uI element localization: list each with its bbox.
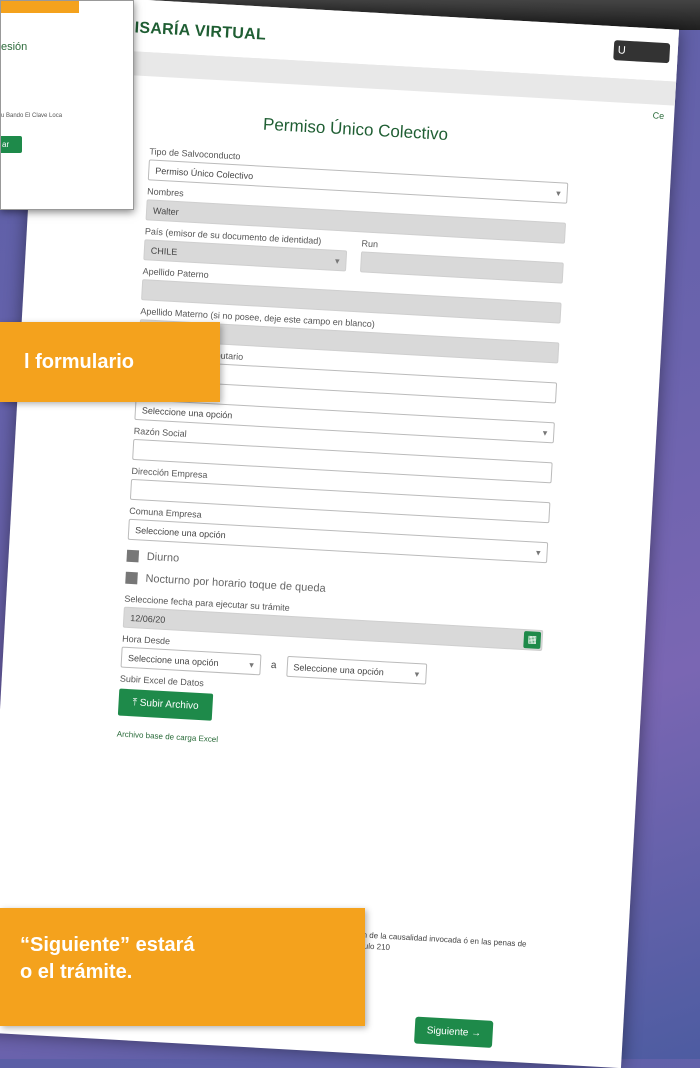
hora-hasta-select[interactable]: Seleccione una opción ▾ [285, 655, 427, 685]
callout-siguiente-line1: “Siguiente” estará [20, 934, 195, 956]
user-menu-icon[interactable]: U [613, 40, 671, 64]
callout-formulario: l formulario [0, 322, 220, 402]
chevron-down-icon: ▾ [542, 427, 548, 438]
page-title: Permiso Único Colectivo [262, 114, 449, 144]
chevron-down-icon: ▾ [555, 188, 561, 199]
comuna-placeholder: Seleccione una opción [134, 525, 226, 541]
callout-formulario-text: l formulario [24, 351, 135, 373]
calendar-icon[interactable]: ▦ [523, 631, 542, 649]
popup-small-text: u Bando El Clave Loca [1, 113, 63, 119]
pais-value: CHILE [150, 245, 178, 258]
diurno-label: Diurno [146, 550, 180, 565]
hora-desde-placeholder: Seleccione una opción [127, 652, 219, 669]
checkbox-icon [126, 549, 140, 563]
next-button[interactable]: Siguiente → [413, 1016, 494, 1048]
nocturno-label: Nocturno por horario toque de queda [145, 572, 326, 595]
callout-siguiente: “Siguiente” estará o el trámite. [0, 908, 365, 1026]
chevron-down-icon: ▾ [414, 668, 420, 680]
chevron-down-icon: ▾ [535, 547, 541, 558]
hora-separator: a [270, 659, 277, 672]
popup-header-banner [1, 1, 79, 13]
upload-label: Subir Archivo [139, 697, 199, 712]
rubro-placeholder: Seleccione una opción [141, 405, 233, 421]
tipo-value: Permiso Único Colectivo [155, 165, 254, 182]
hora-hasta-placeholder: Seleccione una opción [293, 662, 385, 678]
checkbox-icon [125, 571, 138, 585]
declaration-text: ación de la causalidad invocada ó en las… [347, 929, 527, 953]
chevron-down-icon: ▾ [334, 255, 340, 267]
popup-text: esión [1, 41, 28, 53]
callout-siguiente-line2: o el trámite. [20, 961, 133, 983]
login-popup: esión u Bando El Clave Loca ar [0, 0, 134, 210]
permit-form: Tipo de Salvoconducto Permiso Único Cole… [117, 140, 570, 762]
hora-desde-select[interactable]: Seleccione una opción ▾ [120, 646, 262, 676]
template-link[interactable]: Archivo base de carga Excel [117, 729, 537, 761]
popup-button[interactable]: ar [1, 136, 22, 153]
chevron-down-icon: ▾ [249, 659, 255, 670]
signout-link[interactable]: Ce [652, 110, 664, 121]
upload-button[interactable]: ⤒ Subir Archivo [117, 688, 214, 721]
